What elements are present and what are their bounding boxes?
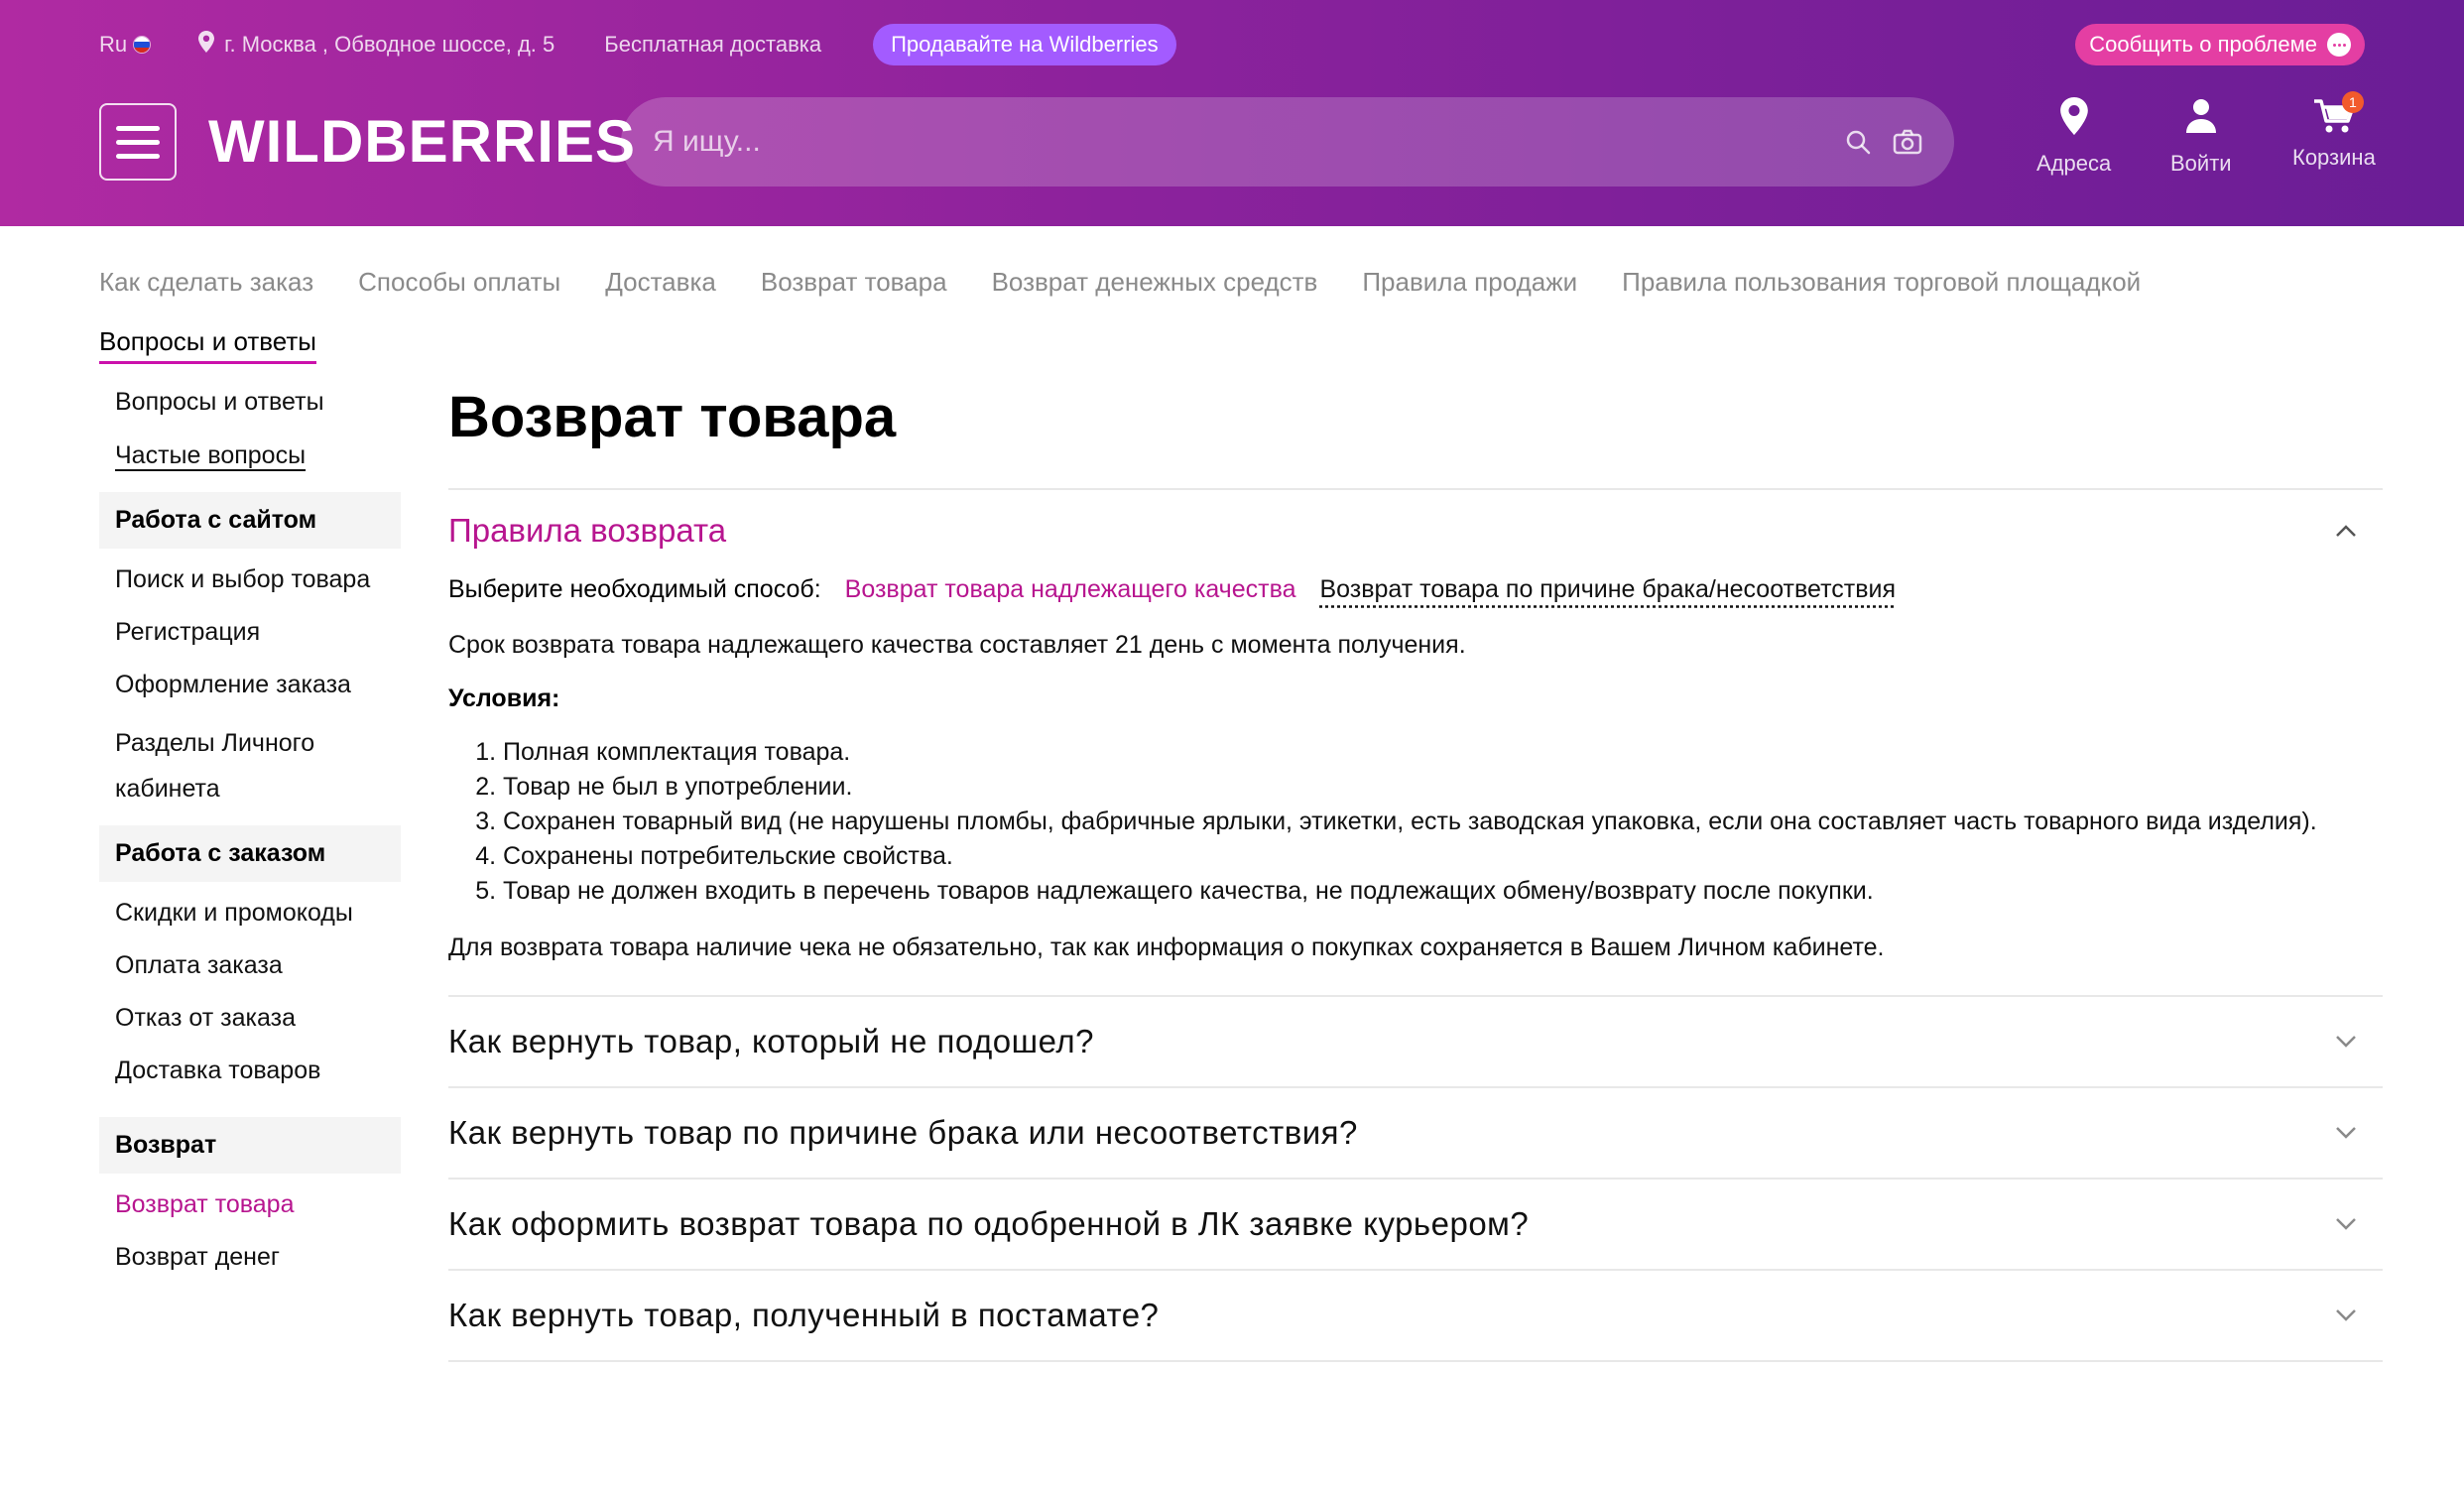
report-problem-label: Сообщить о проблеме <box>2089 32 2317 57</box>
page-title: Возврат товара <box>448 385 897 449</box>
nav-addresses[interactable]: Адреса <box>2036 97 2111 177</box>
location-pin-icon <box>2059 97 2088 141</box>
return-method-chooser: Выберите необходимый способ: Возврат тов… <box>448 575 2383 604</box>
language-label: Ru <box>99 32 128 57</box>
chevron-down-icon <box>2335 1308 2357 1322</box>
condition-item: Сохранен товарный вид (не нарушены пломб… <box>503 805 2383 839</box>
return-rules-title: Правила возврата <box>448 512 727 549</box>
condition-item: Товар не был в употреблении. <box>503 770 2383 805</box>
nav-login-label: Войти <box>2170 151 2232 176</box>
sidebar-item-payment[interactable]: Оплата заказа <box>99 948 401 982</box>
cart-icon: 1 <box>2312 91 2364 135</box>
accordion-item-title: Как вернуть товар, полученный в постамат… <box>448 1297 1160 1333</box>
tab-marketplace-rules[interactable]: Правила пользования торговой площадкой <box>1622 260 2141 304</box>
option-quality-return[interactable]: Возврат товара надлежащего качества <box>845 575 1296 604</box>
chevron-down-icon <box>2335 1035 2357 1049</box>
header-topbar: Ru г. Москва , Обводное шоссе, д. 5 Бесп… <box>99 24 2365 65</box>
cart-count-badge: 1 <box>2341 91 2364 113</box>
tab-product-return[interactable]: Возврат товара <box>761 260 947 304</box>
sidebar-item-cancel-order[interactable]: Отказ от заказа <box>99 1001 401 1035</box>
user-icon <box>2184 97 2218 141</box>
address-text: г. Москва , Обводное шоссе, д. 5 <box>224 32 555 57</box>
accordion-item-courier[interactable]: Как оформить возврат товара по одобренно… <box>448 1180 2383 1271</box>
site-logo[interactable]: WILDBERRIES <box>208 107 636 176</box>
nav-login[interactable]: Войти <box>2170 97 2232 177</box>
condition-item: Товар не должен входить в перечень товар… <box>503 874 2383 909</box>
main-content: Возврат товара Правила возврата Выберите… <box>448 383 2383 1362</box>
title-divider <box>448 488 2383 490</box>
report-problem-button[interactable]: Сообщить о проблеме <box>2075 24 2365 65</box>
language-selector[interactable]: Ru <box>99 32 152 58</box>
site-header: Ru г. Москва , Обводное шоссе, д. 5 Бесп… <box>0 0 2464 226</box>
sidebar-item-goods-delivery[interactable]: Доставка товаров <box>99 1054 401 1087</box>
sell-on-wildberries-button[interactable]: Продавайте на Wildberries <box>873 24 1176 65</box>
condition-item: Сохранены потребительские свойства. <box>503 839 2383 874</box>
chat-bubble-icon <box>2327 33 2351 57</box>
search-input[interactable] <box>653 125 1831 159</box>
conditions-label: Условия: <box>448 684 560 712</box>
delivery-address[interactable]: г. Москва , Обводное шоссе, д. 5 <box>198 31 554 59</box>
nav-cart-label: Корзина <box>2292 145 2376 170</box>
sidebar-item-account-sections[interactable]: Разделы Личного кабинета <box>99 720 357 811</box>
sidebar: Вопросы и ответы Частые вопросы Работа с… <box>99 385 401 1274</box>
location-pin-icon <box>198 31 215 59</box>
info-tabs: Как сделать заказ Способы оплаты Доставк… <box>99 260 2371 364</box>
tab-money-refund[interactable]: Возврат денежных средств <box>992 260 1318 304</box>
sidebar-item-faq[interactable]: Вопросы и ответы <box>99 385 401 419</box>
sidebar-item-registration[interactable]: Регистрация <box>99 615 401 649</box>
accordion-item-defect[interactable]: Как вернуть товар по причине брака или н… <box>448 1088 2383 1180</box>
search-icon[interactable] <box>1845 129 1871 155</box>
chevron-down-icon <box>2335 1126 2357 1140</box>
hamburger-menu-icon[interactable] <box>99 103 177 181</box>
russia-flag-icon <box>133 36 152 54</box>
nav-cart[interactable]: 1 Корзина <box>2292 91 2376 171</box>
camera-icon[interactable] <box>1893 129 1922 155</box>
condition-item: Полная комплектация товара. <box>503 735 2383 770</box>
sidebar-item-product-return[interactable]: Возврат товара <box>99 1187 401 1221</box>
accordion-item-title: Как вернуть товар, который не подошел? <box>448 1023 1094 1059</box>
sidebar-item-search[interactable]: Поиск и выбор товара <box>99 562 401 596</box>
chevron-up-icon[interactable] <box>2335 524 2357 538</box>
chevron-down-icon <box>2335 1217 2357 1231</box>
free-delivery-link[interactable]: Бесплатная доставка <box>604 32 821 58</box>
tab-delivery[interactable]: Доставка <box>605 260 716 304</box>
choose-method-label: Выберите необходимый способ: <box>448 575 821 603</box>
accordion-item-title: Как вернуть товар по причине брака или н… <box>448 1114 1358 1151</box>
option-defect-return[interactable]: Возврат товара по причине брака/несоотве… <box>1319 575 1896 604</box>
search-bar <box>621 97 1954 186</box>
tab-payment-methods[interactable]: Способы оплаты <box>358 260 560 304</box>
accordion-open-section: Правила возврата Выберите необходимый сп… <box>448 512 2383 965</box>
accordion-open-header[interactable]: Правила возврата <box>448 512 2383 550</box>
sidebar-item-money-return[interactable]: Возврат денег <box>99 1240 401 1274</box>
nav-addresses-label: Адреса <box>2036 151 2112 176</box>
conditions-list: Полная комплектация товара. Товар не был… <box>448 735 2383 909</box>
accordion-item-unsuitable[interactable]: Как вернуть товар, который не подошел? <box>448 997 2383 1088</box>
accordion-item-postamat[interactable]: Как вернуть товар, полученный в постамат… <box>448 1271 2383 1362</box>
tab-sale-rules[interactable]: Правила продажи <box>1362 260 1577 304</box>
receipt-note-text: Для возврата товара наличие чека не обяз… <box>448 933 1885 961</box>
tab-how-to-order[interactable]: Как сделать заказ <box>99 260 313 304</box>
sidebar-group-site: Работа с сайтом <box>99 492 401 549</box>
accordion-item-title: Как оформить возврат товара по одобренно… <box>448 1205 1530 1242</box>
sidebar-group-order: Работа с заказом <box>99 825 401 882</box>
sidebar-item-frequent-questions[interactable]: Частые вопросы <box>115 441 306 469</box>
accordion-list: Как вернуть товар, который не подошел? К… <box>448 997 2383 1362</box>
sidebar-group-return: Возврат <box>99 1117 401 1174</box>
sidebar-item-discounts[interactable]: Скидки и промокоды <box>99 896 401 930</box>
sidebar-item-frequent-wrap: Частые вопросы <box>99 438 401 472</box>
tab-faq[interactable]: Вопросы и ответы <box>99 321 316 364</box>
sidebar-item-checkout[interactable]: Оформление заказа <box>99 668 401 701</box>
return-term-text: Срок возврата товара надлежащего качеств… <box>448 631 1466 659</box>
